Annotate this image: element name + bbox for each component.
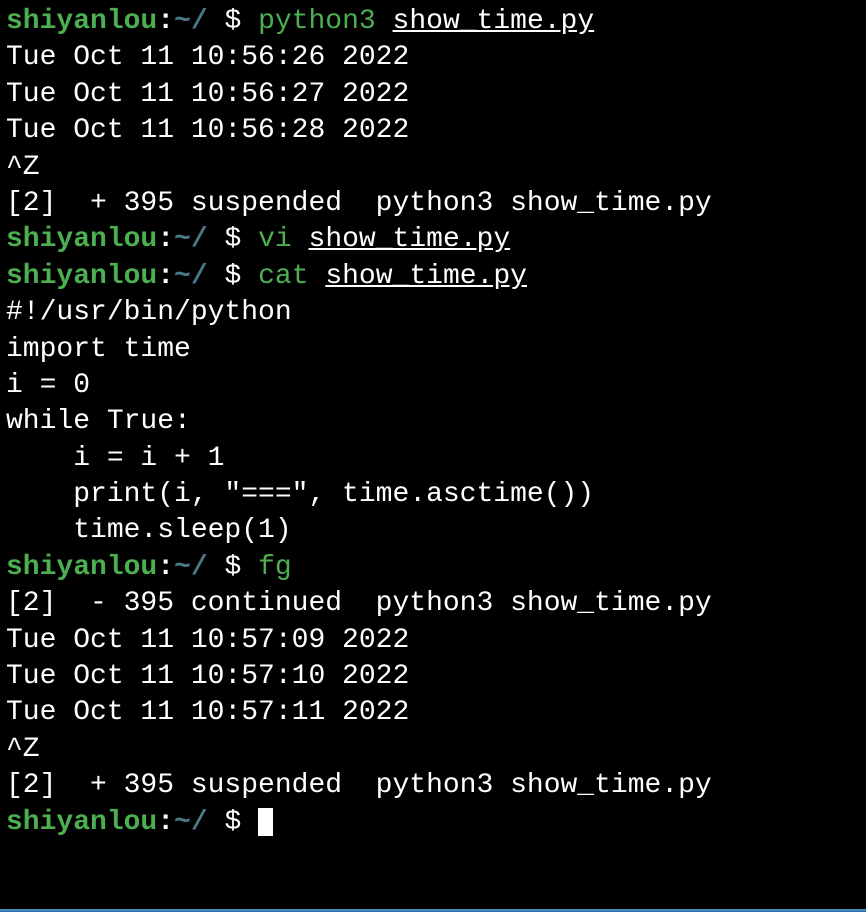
command: vi: [258, 224, 292, 255]
output-line: Tue Oct 11 10:57:09 2022: [6, 623, 860, 659]
prompt-symbol: $: [224, 552, 241, 583]
output-line: Tue Oct 11 10:57:11 2022: [6, 695, 860, 731]
job-status: [2] + 395 suspended python3 show_time.py: [6, 186, 860, 222]
prompt-line: shiyanlou:~/ $ vi show_time.py: [6, 222, 860, 258]
prompt-path: ~/: [174, 6, 208, 37]
script-line: i = i + 1: [6, 441, 860, 477]
prompt-user: shiyanlou: [6, 6, 157, 37]
prompt-path: ~/: [174, 224, 208, 255]
script-line: i = 0: [6, 368, 860, 404]
command-arg: show_time.py: [325, 261, 527, 292]
prompt-symbol: $: [224, 261, 241, 292]
script-line: import time: [6, 332, 860, 368]
prompt-line: shiyanlou:~/ $: [6, 805, 860, 841]
command: python3: [258, 6, 376, 37]
cursor-icon: [258, 808, 273, 836]
command: fg: [258, 552, 292, 583]
prompt-user: shiyanlou: [6, 261, 157, 292]
terminal-content[interactable]: shiyanlou:~/ $ python3 show_time.py Tue …: [6, 4, 860, 841]
job-status: [2] - 395 continued python3 show_time.py: [6, 586, 860, 622]
ctrl-z: ^Z: [6, 150, 860, 186]
prompt-path: ~/: [174, 807, 208, 838]
prompt-user: shiyanlou: [6, 224, 157, 255]
prompt-user: shiyanlou: [6, 552, 157, 583]
prompt-line: shiyanlou:~/ $ python3 show_time.py: [6, 4, 860, 40]
output-line: Tue Oct 11 10:56:28 2022: [6, 113, 860, 149]
prompt-line: shiyanlou:~/ $ fg: [6, 550, 860, 586]
script-line: while True:: [6, 404, 860, 440]
command: cat: [258, 261, 308, 292]
script-line: #!/usr/bin/python: [6, 295, 860, 331]
prompt-symbol: $: [224, 6, 241, 37]
job-status: [2] + 395 suspended python3 show_time.py: [6, 768, 860, 804]
command-arg: show_time.py: [393, 6, 595, 37]
prompt-symbol: $: [224, 224, 241, 255]
prompt-symbol: $: [224, 807, 241, 838]
output-line: Tue Oct 11 10:56:26 2022: [6, 40, 860, 76]
prompt-path: ~/: [174, 552, 208, 583]
output-line: Tue Oct 11 10:56:27 2022: [6, 77, 860, 113]
prompt-path: ~/: [174, 261, 208, 292]
prompt-line: shiyanlou:~/ $ cat show_time.py: [6, 259, 860, 295]
ctrl-z: ^Z: [6, 732, 860, 768]
output-line: Tue Oct 11 10:57:10 2022: [6, 659, 860, 695]
script-line: time.sleep(1): [6, 513, 860, 549]
command-arg: show_time.py: [309, 224, 511, 255]
script-line: print(i, "===", time.asctime()): [6, 477, 860, 513]
prompt-user: shiyanlou: [6, 807, 157, 838]
